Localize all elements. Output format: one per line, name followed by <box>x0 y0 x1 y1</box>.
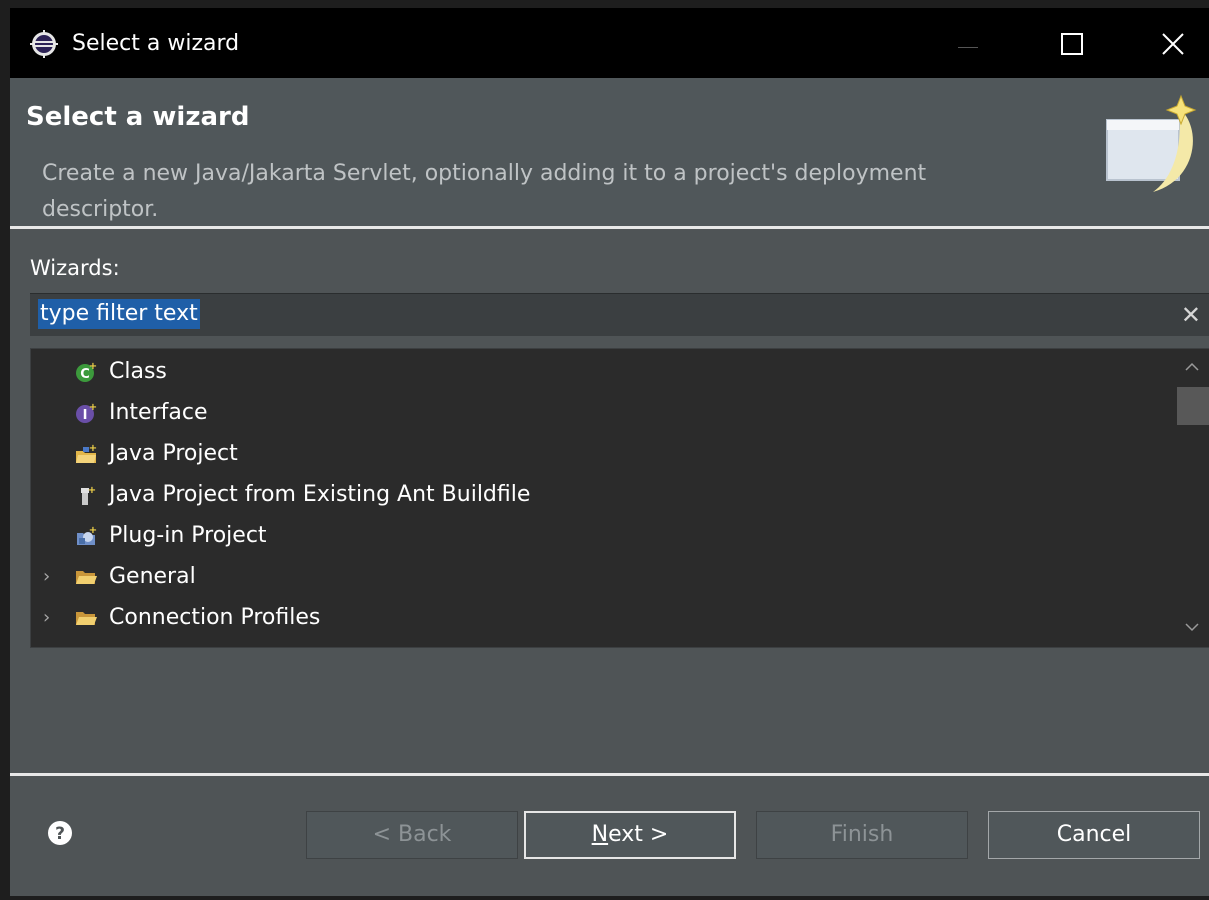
tree-item-label: General <box>109 564 196 589</box>
chevron-right-icon[interactable]: › <box>43 556 59 597</box>
next-button[interactable]: Next > <box>524 811 736 859</box>
tree-item-label: Java Project from Existing Ant Buildfile <box>109 482 531 507</box>
tree-item-ant-project[interactable]: + Java Project from Existing Ant Buildfi… <box>31 474 1171 515</box>
minimize-icon[interactable] <box>946 22 990 66</box>
tree-item-label: Interface <box>109 400 208 425</box>
window-title: Select a wizard <box>72 31 240 56</box>
svg-text:+: + <box>88 485 96 496</box>
finish-button[interactable]: Finish <box>756 811 968 859</box>
folder-icon <box>76 571 97 584</box>
wizard-banner-icon <box>1106 94 1197 192</box>
wizards-label: Wizards: <box>30 256 120 280</box>
next-label: ext > <box>608 822 669 847</box>
svg-text:+: + <box>89 361 97 372</box>
chevron-right-icon[interactable]: › <box>43 597 59 638</box>
svg-text:I: I <box>83 408 88 423</box>
cancel-button[interactable]: Cancel <box>988 811 1200 859</box>
scroll-up-icon[interactable] <box>1182 357 1202 377</box>
tree-item-java-project[interactable]: + Java Project <box>31 433 1171 474</box>
svg-text:?: ? <box>55 824 65 844</box>
svg-text:+: + <box>89 443 97 454</box>
tree-item-label: Connection Profiles <box>109 605 321 630</box>
folder-icon <box>76 612 97 625</box>
filter-input[interactable]: type filter text <box>38 299 200 329</box>
maximize-icon[interactable] <box>1050 22 1094 66</box>
tree-item-interface[interactable]: I + Interface <box>31 392 1171 433</box>
tree-item-label: Class <box>109 359 167 384</box>
eclipse-app-icon <box>30 30 58 58</box>
svg-text:+: + <box>89 525 97 536</box>
filter-field[interactable]: type filter text ✕ <box>30 293 1209 336</box>
tree-item-label: Java Project <box>109 441 238 466</box>
close-icon[interactable] <box>1151 22 1195 66</box>
wizard-tree[interactable]: C + Class I + Interface + Java Project +… <box>30 348 1209 648</box>
page-title: Select a wizard <box>26 102 250 132</box>
tree-item-plugin-project[interactable]: + Plug-in Project <box>31 515 1171 556</box>
page-description: Create a new Java/Jakarta Servlet, optio… <box>42 161 927 222</box>
title-bar[interactable]: Select a wizard <box>10 8 1209 78</box>
scroll-down-icon[interactable] <box>1182 617 1202 637</box>
tree-item-label: Plug-in Project <box>109 523 267 548</box>
ant-buildfile-icon: + <box>81 485 96 505</box>
next-mnemonic: N <box>591 822 609 847</box>
tree-item-class[interactable]: C + Class <box>31 351 1171 392</box>
help-icon[interactable]: ? <box>46 819 74 847</box>
svg-text:+: + <box>89 402 97 413</box>
clear-icon[interactable]: ✕ <box>1181 300 1201 330</box>
interface-icon: I + <box>76 402 97 423</box>
wizard-header: Select a wizard Create a new Java/Jakart… <box>10 78 1209 226</box>
tree-item-general[interactable]: › General <box>31 556 1171 597</box>
tree-item-connection-profiles[interactable]: › Connection Profiles <box>31 597 1171 638</box>
class-icon: C + <box>76 361 97 382</box>
footer-separator <box>10 773 1209 776</box>
back-button[interactable]: < Back <box>306 811 518 859</box>
wizard-dialog: Select a wizard Select a wizard Create a… <box>10 8 1209 896</box>
vertical-scrollbar[interactable] <box>1174 349 1209 647</box>
java-project-icon: + <box>76 443 97 463</box>
scrollbar-thumb[interactable] <box>1177 387 1209 425</box>
plugin-project-icon: + <box>77 525 97 545</box>
header-separator <box>10 226 1209 229</box>
